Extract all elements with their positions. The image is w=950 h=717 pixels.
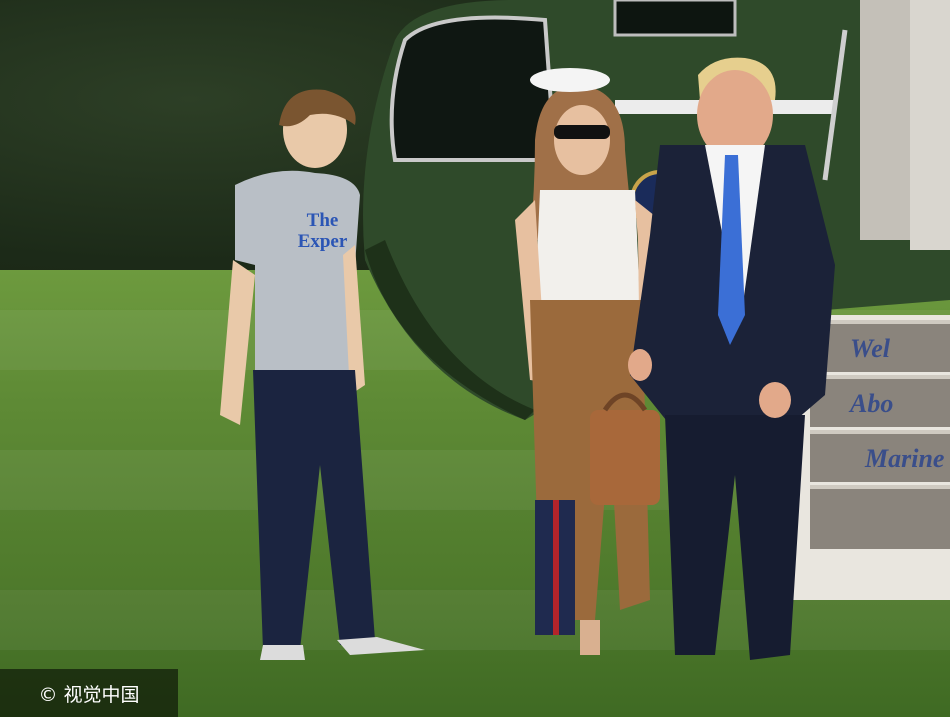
photo-scene: Wel Abo Marine The Exper © 视觉中国	[0, 0, 950, 717]
stair-lettering: Wel	[850, 334, 890, 363]
stair-lettering: Marine	[865, 444, 945, 473]
shirt-line: Exper	[297, 231, 348, 252]
person-marine	[530, 68, 610, 635]
watermark: © 视觉中国	[0, 669, 178, 717]
shirt-line: The	[306, 210, 339, 231]
stair-lettering: Abo	[850, 389, 894, 418]
shirt-lettering: The Exper	[290, 210, 355, 252]
person-man-in-suit	[628, 57, 835, 660]
person-boy	[220, 89, 425, 660]
